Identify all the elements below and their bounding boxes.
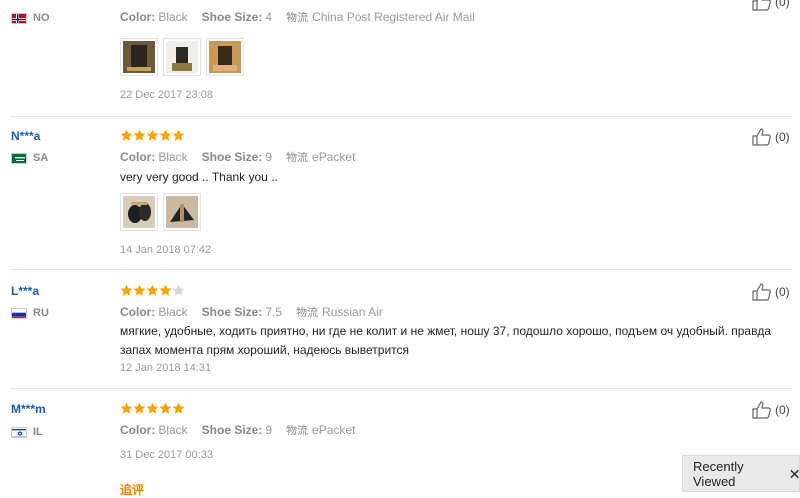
country-code: SA bbox=[33, 152, 49, 164]
color-value: Black bbox=[158, 10, 188, 24]
thumbs-up-icon bbox=[752, 401, 771, 419]
helpful-button[interactable]: (0) bbox=[752, 128, 790, 146]
country-code: NO bbox=[33, 12, 50, 24]
helpful-button[interactable]: (0) bbox=[752, 0, 790, 11]
review-date: 22 Dec 2017 23:08 bbox=[120, 89, 213, 101]
star-filled-icon bbox=[120, 284, 133, 296]
review-date: 31 Dec 2017 00:33 bbox=[120, 449, 213, 461]
reviewer-name: N***a bbox=[11, 129, 41, 143]
color-value: Black bbox=[158, 423, 188, 437]
divider bbox=[10, 388, 793, 389]
review-date: 14 Jan 2018 07:42 bbox=[120, 244, 212, 256]
star-filled-icon bbox=[120, 129, 133, 141]
review-photo[interactable] bbox=[120, 38, 158, 76]
recently-viewed-label: Recently Viewed bbox=[693, 458, 744, 489]
thumbs-up-icon bbox=[752, 0, 771, 11]
flag-no-icon bbox=[11, 12, 27, 24]
star-filled-icon bbox=[146, 402, 159, 414]
flag-il-icon bbox=[11, 426, 27, 438]
color-value: Black bbox=[158, 150, 188, 164]
thumbs-up-icon bbox=[752, 283, 771, 301]
country-code: RU bbox=[33, 307, 49, 319]
color-value: Black bbox=[158, 305, 188, 319]
size-value: 9 bbox=[265, 150, 273, 164]
star-filled-icon bbox=[172, 129, 185, 141]
helpful-count: (0) bbox=[775, 285, 790, 299]
star-filled-icon bbox=[146, 284, 159, 296]
star-rating bbox=[120, 129, 185, 142]
star-filled-icon bbox=[133, 129, 146, 141]
shipping-value: Russian Air bbox=[322, 305, 383, 319]
helpful-button[interactable]: (0) bbox=[752, 283, 790, 301]
country-code: IL bbox=[33, 426, 43, 438]
flag-ru-icon bbox=[11, 307, 27, 319]
helpful-button[interactable]: (0) bbox=[752, 401, 790, 419]
helpful-count: (0) bbox=[775, 0, 790, 9]
size-value: 9 bbox=[265, 423, 273, 437]
star-rating bbox=[120, 402, 185, 415]
star-filled-icon bbox=[133, 284, 146, 296]
review-attributes: Color: Black Shoe Size: 9 物流 ePacket bbox=[120, 150, 356, 164]
divider bbox=[10, 116, 793, 117]
helpful-count: (0) bbox=[775, 130, 790, 144]
review-text: мягкие, удобные, ходить приятно, ни где … bbox=[120, 324, 772, 357]
helpful-count: (0) bbox=[775, 403, 790, 417]
star-filled-icon bbox=[159, 402, 172, 414]
reviewer-name: M***m bbox=[11, 402, 46, 416]
recently-viewed-panel[interactable]: Recently Viewed bbox=[682, 455, 800, 492]
review-photos bbox=[120, 193, 206, 231]
star-filled-icon bbox=[159, 129, 172, 141]
country: SA bbox=[11, 152, 48, 164]
followup-label: 追评 bbox=[120, 483, 145, 497]
divider bbox=[10, 269, 793, 270]
star-rating bbox=[120, 284, 185, 297]
size-value: 4 bbox=[265, 10, 273, 24]
star-empty-icon bbox=[172, 284, 185, 296]
review-date: 12 Jan 2018 14:31 bbox=[120, 362, 212, 374]
review-text: very very good .. Thank you .. bbox=[120, 170, 278, 184]
reviewer-name: L***a bbox=[11, 284, 40, 298]
shipping-value: ePacket bbox=[312, 150, 356, 164]
size-value: 7.5 bbox=[265, 305, 283, 319]
review-attributes: Color: Black Shoe Size: 4 物流 China Post Regis… bbox=[120, 10, 475, 24]
flag-sa-icon bbox=[11, 152, 27, 164]
review-photo[interactable] bbox=[206, 38, 244, 76]
star-filled-icon bbox=[159, 284, 172, 296]
country: NO bbox=[11, 12, 50, 24]
review-photos bbox=[120, 38, 249, 76]
shipping-value: China Post Registered Air Mail bbox=[312, 10, 475, 24]
review-attributes: Color: Black Shoe Size: 9 物流 ePacket bbox=[120, 423, 356, 437]
review-photo[interactable] bbox=[163, 38, 201, 76]
country: RU bbox=[11, 307, 49, 319]
country: IL bbox=[11, 426, 43, 438]
shipping-value: ePacket bbox=[312, 423, 356, 437]
star-filled-icon bbox=[133, 402, 146, 414]
review-photo[interactable] bbox=[120, 193, 158, 231]
review-photo[interactable] bbox=[163, 193, 201, 231]
star-filled-icon bbox=[120, 402, 133, 414]
star-filled-icon bbox=[172, 402, 185, 414]
close-icon[interactable] bbox=[790, 469, 799, 479]
review-attributes: Color: Black Shoe Size: 7.5 物流 Russian Air bbox=[120, 305, 383, 319]
star-filled-icon bbox=[146, 129, 159, 141]
thumbs-up-icon bbox=[752, 128, 771, 146]
